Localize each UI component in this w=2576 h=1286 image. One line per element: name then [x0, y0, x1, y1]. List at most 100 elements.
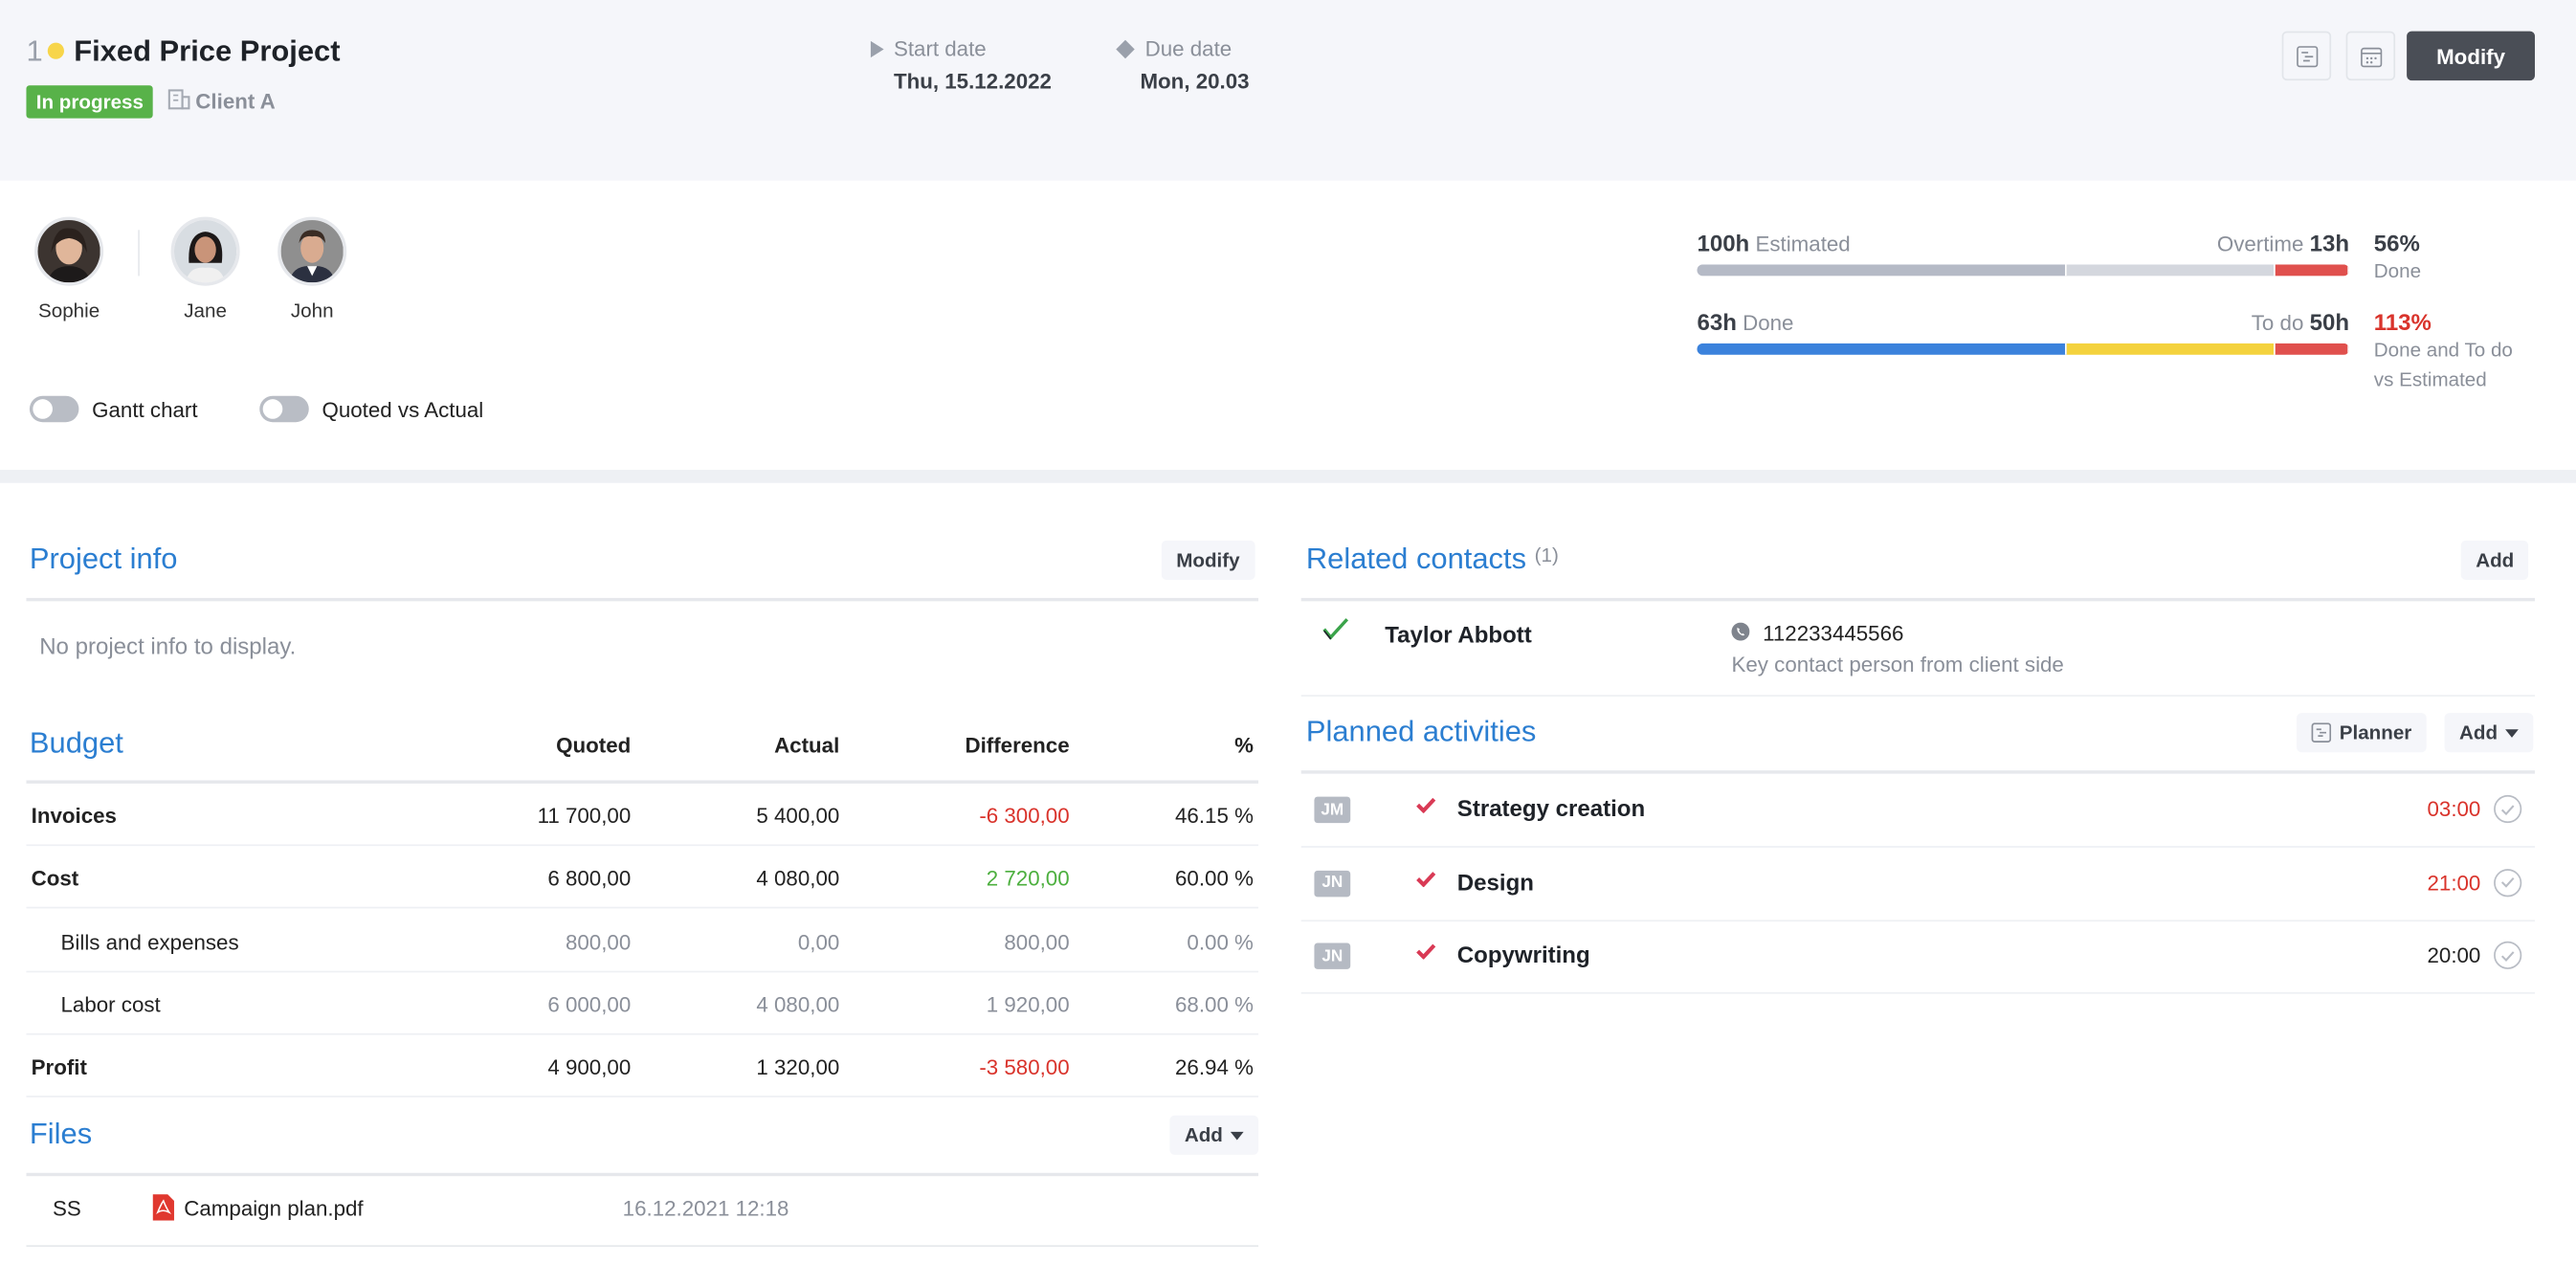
done-hours: 63h	[1697, 308, 1737, 336]
budget-actual: 0,00	[797, 929, 840, 954]
budget-row-label: Cost	[31, 866, 79, 892]
done-percent-label: Done	[2373, 259, 2422, 283]
done-percent: 56% Done	[2374, 230, 2421, 285]
budget-title: Budget	[29, 725, 123, 760]
avatar	[34, 216, 104, 286]
budget-actual: 1 320,00	[756, 1054, 840, 1080]
chevron-down-icon	[2505, 728, 2520, 737]
file-row[interactable]: SS Campaign plan.pdf 16.12.2021 12:18	[26, 1176, 1259, 1248]
budget-quoted: 6 000,00	[547, 991, 632, 1017]
project-number: 1	[26, 34, 43, 68]
client-link[interactable]: Client A	[195, 89, 276, 114]
bar-segment-done	[1697, 264, 2067, 277]
team-section: Sophie Jane John Gantt chart Quoted vs A…	[0, 180, 2576, 471]
budget-row: Invoices 11 700,00 5 400,00 -6 300,00 46.15 …	[26, 784, 1259, 847]
due-date[interactable]: Due date Mon, 20.03	[1116, 35, 1250, 94]
add-label: Add	[1184, 1123, 1223, 1147]
start-date[interactable]: Start date Thu, 15.12.2022	[870, 35, 1052, 94]
estimated-hours: 100h	[1697, 230, 1750, 256]
status-badge[interactable]: In progress	[26, 85, 154, 119]
activity-name[interactable]: Strategy creation	[1457, 795, 1645, 821]
budget-difference: -3 580,00	[979, 1054, 1070, 1080]
budget-percent: 60.00 %	[1175, 866, 1254, 892]
budget-percent: 26.94 %	[1175, 1054, 1254, 1080]
add-contact-button[interactable]: Add	[2460, 540, 2529, 581]
planned-activities-title: Planned activities	[1305, 714, 1537, 748]
activity-row[interactable]: JN Copywriting 20:00	[1300, 920, 2536, 995]
budget-quoted: 11 700,00	[537, 803, 632, 829]
section-rule	[26, 597, 1259, 602]
mark-done-button[interactable]	[2494, 942, 2522, 970]
budget-percent: 68.00 %	[1175, 991, 1254, 1017]
budget-row-label: Labor cost	[60, 991, 161, 1017]
add-label: Add	[2459, 721, 2498, 744]
budget-difference: 2 720,00	[986, 866, 1070, 892]
col-quoted: Quoted	[556, 732, 632, 758]
contact-note: Key contact person from client side	[1731, 652, 2064, 677]
overtime-label: Overtime	[2216, 232, 2304, 256]
modify-project-button[interactable]: Modify	[2407, 31, 2536, 81]
toggle-switch[interactable]	[259, 395, 309, 423]
contact-name[interactable]: Taylor Abbott	[1385, 621, 1532, 647]
member-name: Sophie	[38, 299, 100, 322]
gantt-chart-toggle[interactable]: Gantt chart	[29, 395, 198, 423]
estimated-progress-bar	[1697, 264, 2349, 277]
priority-dot-icon	[47, 42, 64, 59]
budget-quoted: 4 900,00	[547, 1054, 632, 1080]
chevron-down-icon	[1231, 1131, 1245, 1140]
mark-done-button[interactable]	[2494, 868, 2522, 897]
start-date-label: Start date	[893, 35, 987, 61]
add-file-button[interactable]: Add	[1169, 1115, 1259, 1155]
budget-row: Cost 6 800,00 4 080,00 2 720,00 60.00 %	[26, 847, 1259, 909]
activity-time: 03:00	[2427, 796, 2481, 822]
pdf-icon	[152, 1194, 174, 1221]
bar-segment-todo	[2066, 343, 2276, 355]
gantt-view-button[interactable]	[2281, 31, 2332, 81]
avatar	[278, 216, 347, 286]
play-icon	[870, 40, 884, 57]
contact-phone[interactable]: 112233445566	[1763, 621, 1903, 646]
planner-label: Planner	[2339, 721, 2412, 744]
mark-done-button[interactable]	[2494, 794, 2522, 824]
gantt-icon	[2296, 45, 2318, 67]
add-activity-button[interactable]: Add	[2444, 713, 2534, 753]
phone-icon	[1731, 622, 1750, 641]
activity-row[interactable]: JN Design 21:00	[1300, 847, 2536, 921]
due-date-label: Due date	[1144, 35, 1232, 61]
calendar-button[interactable]	[2345, 31, 2396, 81]
related-contacts-title: Related contacts (1)	[1306, 543, 1559, 577]
file-name[interactable]: Campaign plan.pdf	[184, 1196, 363, 1221]
modify-project-info-button[interactable]: Modify	[1161, 540, 1255, 581]
activity-name[interactable]: Design	[1457, 869, 1534, 895]
col-actual: Actual	[774, 732, 840, 758]
activity-name[interactable]: Copywriting	[1457, 942, 1590, 967]
budget-actual: 4 080,00	[756, 991, 840, 1017]
team-member-jane[interactable]: Jane	[156, 216, 255, 322]
activity-time: 20:00	[2427, 943, 2481, 968]
total-percent-value: 113%	[2373, 308, 2432, 336]
budget-difference: -6 300,00	[979, 803, 1070, 829]
project-title: Fixed Price Project	[74, 34, 341, 68]
quoted-vs-actual-toggle[interactable]: Quoted vs Actual	[259, 395, 483, 423]
budget-actual: 4 080,00	[756, 866, 840, 892]
check-circle-icon	[2500, 804, 2515, 815]
budget-difference: 1 920,00	[986, 991, 1070, 1017]
budget-quoted: 800,00	[565, 929, 632, 954]
todo-label: To do	[2251, 310, 2304, 336]
activity-row[interactable]: JM Strategy creation 03:00	[1300, 774, 2536, 848]
planner-icon	[2311, 722, 2332, 743]
files-title: Files	[29, 1117, 93, 1150]
toggle-switch[interactable]	[29, 395, 79, 423]
team-member-sophie[interactable]: Sophie	[20, 216, 119, 322]
related-contacts-label: Related contacts	[1305, 542, 1527, 575]
estimated-label: Estimated	[1755, 232, 1851, 256]
planner-button[interactable]: Planner	[2297, 713, 2427, 753]
budget-row-label: Bills and expenses	[60, 929, 239, 954]
team-member-john[interactable]: John	[263, 216, 362, 322]
budget-row: Labor cost 6 000,00 4 080,00 1 920,00 68.00 …	[26, 972, 1259, 1035]
budget-row: Profit 4 900,00 1 320,00 -3 580,00 26.94 %	[26, 1035, 1259, 1098]
diamond-icon	[1116, 38, 1135, 58]
budget-percent: 46.15 %	[1175, 803, 1254, 829]
contact-row[interactable]: Taylor Abbott 112233445566 Key contact p…	[1300, 601, 2536, 697]
due-date-value: Mon, 20.03	[1140, 69, 1250, 94]
